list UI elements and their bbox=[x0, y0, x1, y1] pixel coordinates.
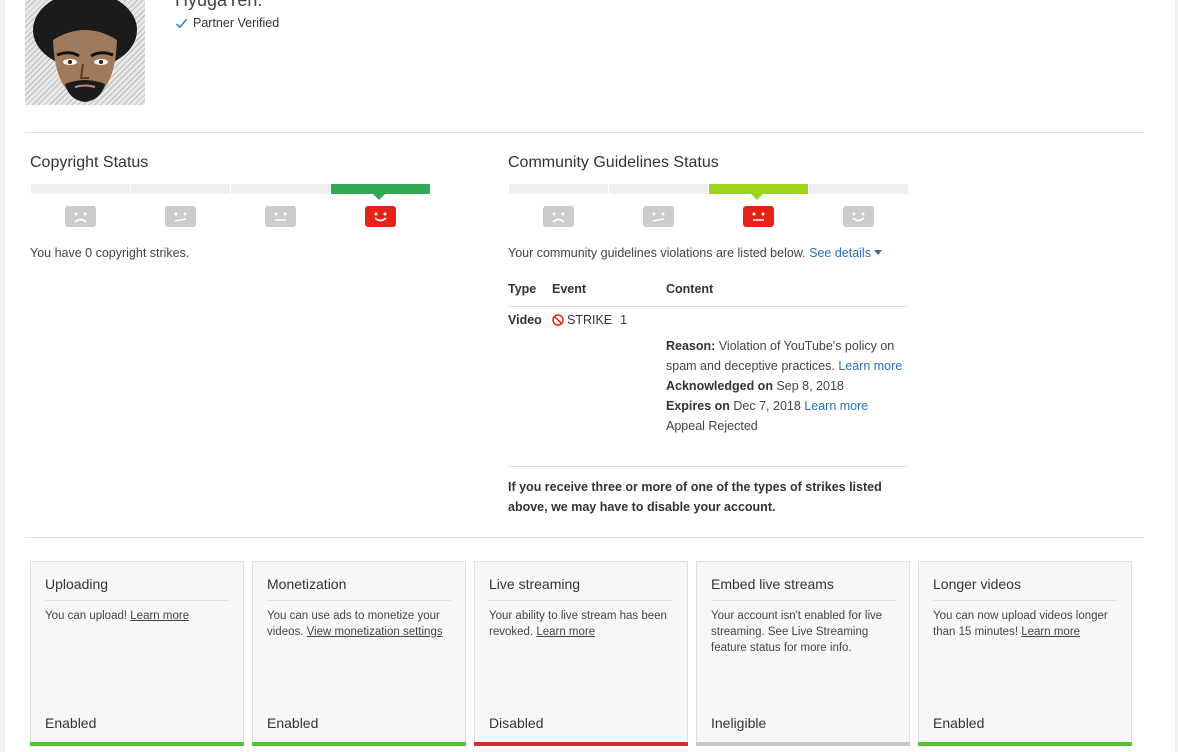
strike-count: 1 bbox=[620, 313, 628, 327]
feature-status: Disabled bbox=[489, 715, 544, 731]
skeptical-face-icon bbox=[643, 206, 674, 227]
community-faces bbox=[509, 206, 909, 227]
feature-status: Ineligible bbox=[711, 715, 767, 731]
col-header-type: Type bbox=[508, 282, 537, 296]
expires-learn-more-link[interactable]: Learn more bbox=[804, 399, 868, 413]
feature-desc: Your account isn't enabled for live stre… bbox=[711, 608, 897, 656]
table-footer-divider bbox=[508, 466, 908, 467]
card-divider bbox=[933, 600, 1117, 601]
strike-reason: Reason: Violation of YouTube's policy on… bbox=[666, 336, 906, 376]
feature-title: Monetization bbox=[267, 576, 347, 592]
reason-learn-more-link[interactable]: Learn more bbox=[838, 359, 902, 373]
copyright-meter bbox=[31, 184, 431, 200]
feature-title: Longer videos bbox=[933, 576, 1021, 592]
card-divider bbox=[711, 600, 895, 601]
community-summary: Your community guidelines violations are… bbox=[508, 246, 882, 260]
learn-more-link[interactable]: Learn more bbox=[130, 610, 189, 622]
see-details-label: See details bbox=[809, 246, 871, 260]
table-header-divider bbox=[508, 306, 908, 307]
status-bar-ineligible bbox=[696, 742, 910, 746]
expires-date: Dec 7, 2018 bbox=[733, 399, 801, 413]
feature-desc-text: You can upload! bbox=[45, 610, 128, 622]
disable-warning: If you receive three or more of one of t… bbox=[508, 480, 882, 514]
col-header-content: Content bbox=[666, 282, 714, 296]
copyright-meter-seg-2 bbox=[131, 184, 230, 194]
feature-desc: You can now upload videos longer than 15… bbox=[933, 608, 1119, 640]
strike-event: STRIKE 1 bbox=[552, 313, 627, 327]
copyright-faces bbox=[31, 206, 431, 227]
strike-type: Video bbox=[508, 313, 542, 327]
feature-title: Embed live streams bbox=[711, 576, 834, 592]
card-divider bbox=[45, 600, 229, 601]
expires-label: Expires on bbox=[666, 399, 730, 413]
feature-desc-text: Your account isn't enabled for live stre… bbox=[711, 610, 883, 654]
feature-card-uploading: Uploading You can upload! Learn more Ena… bbox=[30, 561, 244, 746]
see-details-link[interactable]: See details bbox=[809, 246, 882, 260]
feature-desc: Your ability to live stream has been rev… bbox=[489, 608, 675, 640]
community-meter-seg-1 bbox=[509, 184, 608, 194]
partner-verified: Partner Verified bbox=[175, 16, 279, 30]
caret-down-icon bbox=[873, 250, 882, 255]
divider-top bbox=[25, 132, 1145, 133]
reason-label: Reason: bbox=[666, 339, 716, 353]
community-meter-seg-4 bbox=[809, 184, 908, 194]
skeptical-face-icon bbox=[165, 206, 196, 227]
feature-desc: You can upload! Learn more bbox=[45, 608, 231, 624]
copyright-meter-seg-4 bbox=[331, 184, 430, 200]
frown-face-icon bbox=[65, 206, 96, 227]
feature-card-monetization: Monetization You can use ads to monetize… bbox=[252, 561, 466, 746]
status-bar-enabled bbox=[918, 742, 1132, 746]
status-bar-enabled bbox=[30, 742, 244, 746]
status-bar-enabled bbox=[252, 742, 466, 746]
community-meter bbox=[509, 184, 909, 200]
feature-status: Enabled bbox=[267, 715, 319, 731]
divider-bottom bbox=[25, 537, 1145, 538]
acknowledged-date: Sep 8, 2018 bbox=[776, 379, 844, 393]
copyright-meter-seg-3 bbox=[231, 184, 330, 194]
neutral-face-icon bbox=[743, 206, 774, 227]
community-meter-seg-3 bbox=[709, 184, 808, 200]
feature-title: Live streaming bbox=[489, 576, 581, 592]
learn-more-link[interactable]: Learn more bbox=[536, 626, 595, 638]
feature-title: Uploading bbox=[45, 576, 109, 592]
feature-card-longer-videos: Longer videos You can now upload videos … bbox=[918, 561, 1132, 746]
acknowledged-label: Acknowledged on bbox=[666, 379, 773, 393]
check-icon bbox=[175, 18, 188, 28]
acknowledged-row: Acknowledged on Sep 8, 2018 bbox=[666, 376, 906, 396]
appeal-status: Appeal Rejected bbox=[666, 419, 758, 433]
card-divider bbox=[267, 600, 451, 601]
happy-face-icon bbox=[843, 206, 874, 227]
channel-name[interactable]: HyugaYeh. bbox=[175, 0, 262, 11]
card-divider bbox=[489, 600, 673, 601]
feature-status: Enabled bbox=[933, 715, 985, 731]
col-header-event: Event bbox=[552, 282, 587, 296]
avatar-illustration bbox=[33, 0, 137, 102]
channel-avatar[interactable] bbox=[25, 0, 145, 105]
copyright-meter-seg-1 bbox=[31, 184, 130, 194]
copyright-summary: You have 0 copyright strikes. bbox=[30, 246, 190, 260]
partner-label: Partner Verified bbox=[193, 16, 280, 30]
strike-detail: Reason: Violation of YouTube's policy on… bbox=[666, 336, 906, 436]
strike-label: STRIKE bbox=[567, 313, 613, 327]
community-meter-seg-2 bbox=[609, 184, 708, 194]
feature-card-live-streaming: Live streaming Your ability to live stre… bbox=[474, 561, 688, 746]
copyright-status-title: Copyright Status bbox=[30, 154, 149, 171]
community-summary-text: Your community guidelines violations are… bbox=[508, 246, 806, 260]
feature-status: Enabled bbox=[45, 715, 97, 731]
expires-row: Expires on Dec 7, 2018 Learn more bbox=[666, 396, 906, 416]
frown-face-icon bbox=[543, 206, 574, 227]
view-monetization-settings-link[interactable]: View monetization settings bbox=[307, 626, 443, 638]
prohibited-icon bbox=[552, 314, 564, 326]
neutral-face-icon bbox=[265, 206, 296, 227]
happy-face-icon bbox=[365, 206, 396, 227]
feature-desc: You can use ads to monetize your videos.… bbox=[267, 608, 453, 640]
community-status-title: Community Guidelines Status bbox=[508, 154, 719, 171]
feature-card-embed-live-streams: Embed live streams Your account isn't en… bbox=[696, 561, 910, 746]
learn-more-link[interactable]: Learn more bbox=[1021, 626, 1080, 638]
status-bar-disabled bbox=[474, 742, 688, 746]
